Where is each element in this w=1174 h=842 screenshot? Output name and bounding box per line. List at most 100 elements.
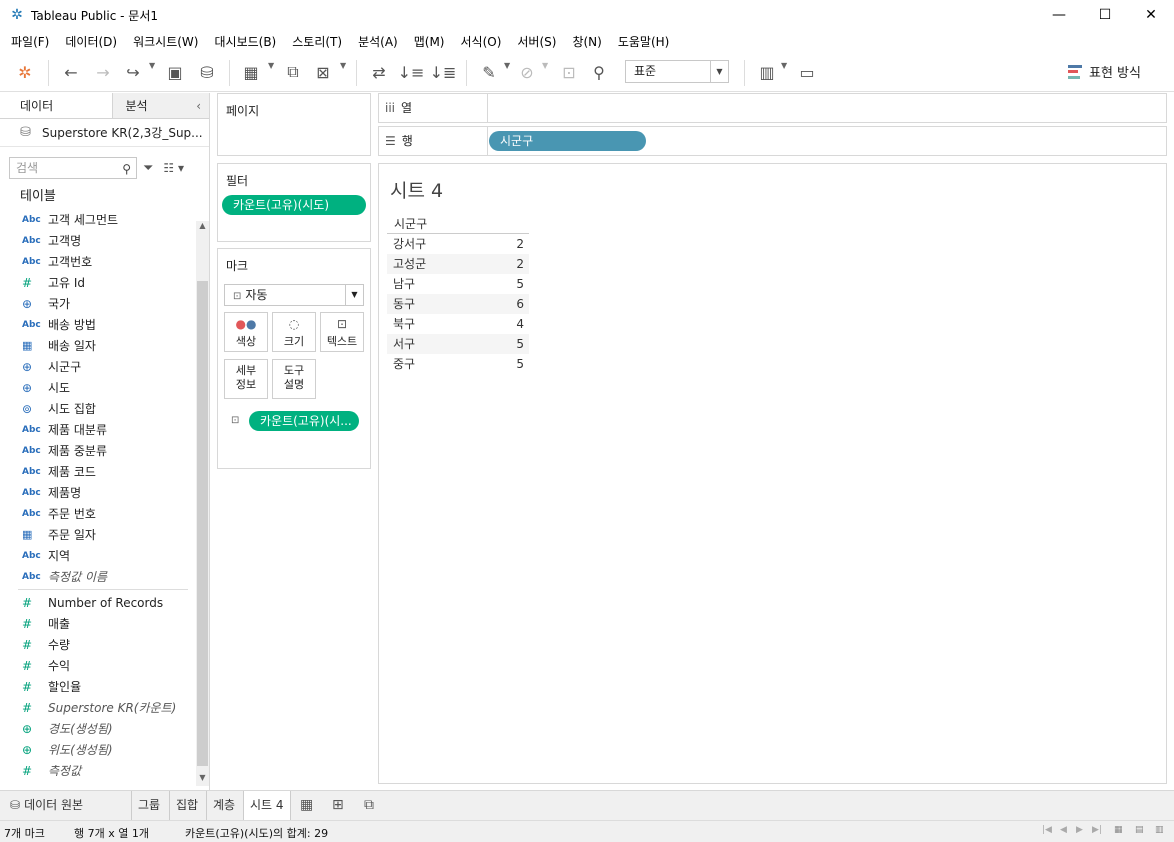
field-list-scrollbar[interactable]: ▲ ▼ [196,221,209,786]
show-cards-icon[interactable]: ▥ [756,61,778,83]
tab-analysis[interactable]: 분석 ‹ [112,93,209,118]
measure-field[interactable]: # 측정값 [0,760,196,781]
sheet-tab-group[interactable]: 그룹 [131,791,166,820]
sheet-tab-hierarchy[interactable]: 계층 [206,791,241,820]
highlight-icon[interactable]: ✎ [478,61,500,83]
row-header[interactable]: 동구 [387,294,487,314]
nav-first-icon[interactable]: |◀ [1042,825,1052,835]
cell-value[interactable]: 5 [487,354,524,374]
row-header[interactable]: 고성군 [387,254,487,274]
search-input[interactable]: 검색 ⚲ [9,157,137,179]
group-members-icon[interactable]: ⊘ [516,61,538,83]
dimension-field[interactable]: ⊕ 시군구 [0,356,196,377]
dimension-field[interactable]: Abc 고객번호 [0,251,196,272]
sheet-tab-set[interactable]: 집합 [169,791,204,820]
column-header[interactable]: 시군구 [387,214,529,234]
tab-data[interactable]: 데이터 [0,93,113,118]
dimension-field[interactable]: Abc 지역 [0,545,196,566]
menu-analysis[interactable]: 분석(A) [350,33,406,50]
replay-dropdown-icon[interactable]: ▼ [149,61,155,70]
pages-card[interactable]: 페이지 [217,93,371,156]
undo-icon[interactable]: ← [60,61,82,83]
cell-value[interactable]: 5 [487,274,524,294]
redo-icon[interactable]: → [92,61,114,83]
new-story-tab-icon[interactable]: ⧉ [358,791,380,820]
scroll-down-icon[interactable]: ▼ [196,773,209,786]
filmstrip-icon[interactable]: ▤ [1135,825,1144,835]
cell-value[interactable]: 4 [487,314,524,334]
menu-worksheet[interactable]: 워크시트(W) [125,33,206,50]
detail-button[interactable]: 세부 정보 [224,359,268,399]
sheet-tab-sheet4[interactable]: 시트 4 [243,791,291,820]
text-button[interactable]: ⊡ 텍스트 [320,312,364,352]
dimension-field[interactable]: Abc 제품명 [0,482,196,503]
cell-value[interactable]: 5 [487,334,524,354]
measure-field[interactable]: ⊕ 경도(생성됨) [0,718,196,739]
cell-value[interactable]: 6 [487,294,524,314]
new-datasource-icon[interactable]: ⛁ [196,61,218,83]
dimension-field[interactable]: ⊕ 국가 [0,293,196,314]
duplicate-sheet-icon[interactable]: ⧉ [282,61,304,83]
measure-field[interactable]: # 할인율 [0,676,196,697]
clear-dropdown-icon[interactable]: ▼ [340,61,346,70]
clear-sheet-icon[interactable]: ⊠ [312,61,334,83]
row-header[interactable]: 강서구 [387,234,487,254]
dimension-field[interactable]: ⊚ 시도 집합 [0,398,196,419]
menu-file[interactable]: 파일(F) [3,33,57,50]
group-dropdown-icon[interactable]: ▼ [542,61,548,70]
row-header[interactable]: 서구 [387,334,487,354]
dimension-field[interactable]: Abc 고객 세그먼트 [0,209,196,230]
highlight-dropdown-icon[interactable]: ▼ [504,61,510,70]
dimension-field[interactable]: Abc 배송 방법 [0,314,196,335]
nav-next-icon[interactable]: ▶ [1076,825,1083,835]
dimension-field[interactable]: ▦ 주문 일자 [0,524,196,545]
nav-prev-icon[interactable]: ◀ [1060,825,1067,835]
dimension-field[interactable]: Abc 제품 대분류 [0,419,196,440]
filter-pill[interactable]: 카운트(고유)(시도) [222,195,366,215]
table-row[interactable]: 고성군 2 [387,254,529,274]
sheet-title[interactable]: 시트 4 [390,176,443,203]
dimension-field[interactable]: Abc 측정값 이름 [0,566,196,587]
datasource-item[interactable]: ⛁ Superstore KR(2,3강_Sup... [0,119,209,147]
menu-map[interactable]: 맵(M) [406,33,453,50]
measure-field[interactable]: # Number of Records [0,592,196,613]
fit-select[interactable]: 표준 ▼ [625,60,729,83]
new-dashboard-tab-icon[interactable]: ⊞ [326,791,350,820]
new-worksheet-icon[interactable]: ▦ [240,61,262,83]
table-row[interactable]: 남구 5 [387,274,529,294]
data-source-tab[interactable]: ⛁ 데이터 원본 [4,791,89,820]
dimension-field[interactable]: ▦ 배송 일자 [0,335,196,356]
sort-descending-icon[interactable]: ↓≣ [430,61,457,83]
table-row[interactable]: 북구 4 [387,314,529,334]
menu-help[interactable]: 도움말(H) [610,33,678,50]
show-me-button[interactable]: 표현 방식 [1068,62,1141,81]
marks-text-pill[interactable]: 카운트(고유)(시... [249,411,359,431]
collapse-chevron-icon[interactable]: ‹ [196,93,201,119]
maximize-button[interactable]: ☐ [1082,0,1128,30]
table-row[interactable]: 서구 5 [387,334,529,354]
show-mark-labels-icon[interactable]: ⊡ [558,61,580,83]
row-header[interactable]: 북구 [387,314,487,334]
measure-field[interactable]: # 수익 [0,655,196,676]
swap-rows-columns-icon[interactable]: ⇄ [368,61,390,83]
row-header[interactable]: 중구 [387,354,487,374]
sort-ascending-icon[interactable]: ↓≡ [398,61,425,83]
menu-server[interactable]: 서버(S) [509,33,564,50]
menu-data[interactable]: 데이터(D) [57,33,125,50]
measure-field[interactable]: ⊕ 위도(생성됨) [0,739,196,760]
cell-value[interactable]: 2 [487,234,524,254]
columns-shelf[interactable]: iii 열 [378,93,1167,123]
color-button[interactable]: ●● 색상 [224,312,268,352]
cell-value[interactable]: 2 [487,254,524,274]
rows-shelf[interactable]: ☰ 행 시군구 [378,126,1167,156]
filter-icon[interactable]: ⏷ [143,161,153,176]
mark-type-select[interactable]: ⊡ 자동 ▼ [224,284,364,306]
filters-card[interactable]: 필터 카운트(고유)(시도) [217,163,371,242]
row-header[interactable]: 남구 [387,274,487,294]
table-row[interactable]: 중구 5 [387,354,529,374]
dimension-field[interactable]: Abc 제품 코드 [0,461,196,482]
tooltip-button[interactable]: 도구 설명 [272,359,316,399]
replay-icon[interactable]: ↪ [122,61,144,83]
scrollbar-thumb[interactable] [197,281,208,766]
close-button[interactable]: ✕ [1128,0,1174,30]
